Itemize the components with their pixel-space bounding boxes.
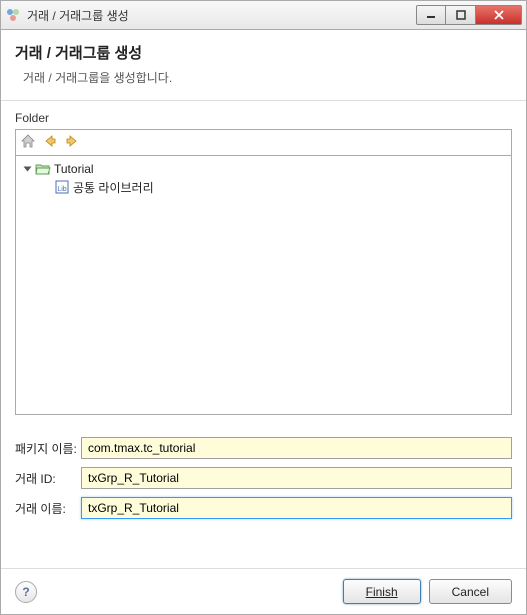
form-row-txid: 거래 ID: — [15, 467, 512, 489]
dialog-content: Folder Tutorial — [1, 101, 526, 568]
maximize-button[interactable] — [446, 5, 476, 25]
package-input[interactable] — [81, 437, 512, 459]
tree-item[interactable]: Tutorial — [18, 160, 509, 178]
txid-label: 거래 ID: — [15, 470, 81, 487]
tree-expander-icon[interactable] — [22, 164, 33, 175]
form-row-txname: 거래 이름: — [15, 497, 512, 519]
app-icon — [5, 7, 21, 23]
tree-item-label: 공통 라이브러리 — [73, 179, 154, 196]
window-controls — [416, 5, 522, 25]
back-icon[interactable] — [42, 133, 58, 152]
finish-button[interactable]: Finish — [343, 579, 421, 604]
help-button[interactable]: ? — [15, 581, 37, 603]
forward-icon[interactable] — [64, 133, 80, 152]
txname-input[interactable] — [81, 497, 512, 519]
package-label: 패키지 이름: — [15, 440, 81, 457]
minimize-button[interactable] — [416, 5, 446, 25]
tree-item[interactable]: Lib 공통 라이브러리 — [18, 178, 509, 196]
close-button[interactable] — [476, 5, 522, 25]
folder-open-icon — [35, 161, 51, 177]
dialog-title: 거래 / 거래그룹 생성 — [15, 42, 512, 63]
cancel-button[interactable]: Cancel — [429, 579, 512, 604]
titlebar: 거래 / 거래그룹 생성 — [0, 0, 527, 30]
folder-label: Folder — [15, 111, 512, 125]
form-section: 패키지 이름: 거래 ID: 거래 이름: — [15, 437, 512, 527]
tree-toolbar — [15, 129, 512, 155]
window-title: 거래 / 거래그룹 생성 — [27, 7, 416, 24]
home-icon[interactable] — [20, 133, 36, 152]
tree-item-label: Tutorial — [54, 162, 94, 176]
form-row-package: 패키지 이름: — [15, 437, 512, 459]
window-body: 거래 / 거래그룹 생성 거래 / 거래그룹을 생성합니다. Folder — [0, 30, 527, 615]
help-icon: ? — [22, 585, 29, 599]
folder-tree[interactable]: Tutorial Lib 공통 라이브러리 — [15, 155, 512, 415]
txid-input[interactable] — [81, 467, 512, 489]
dialog-subtitle: 거래 / 거래그룹을 생성합니다. — [23, 69, 512, 86]
svg-text:Lib: Lib — [57, 186, 66, 193]
txname-label: 거래 이름: — [15, 500, 81, 517]
dialog-header: 거래 / 거래그룹 생성 거래 / 거래그룹을 생성합니다. — [1, 30, 526, 101]
dialog-footer: ? Finish Cancel — [1, 568, 526, 614]
lib-icon: Lib — [54, 179, 70, 195]
